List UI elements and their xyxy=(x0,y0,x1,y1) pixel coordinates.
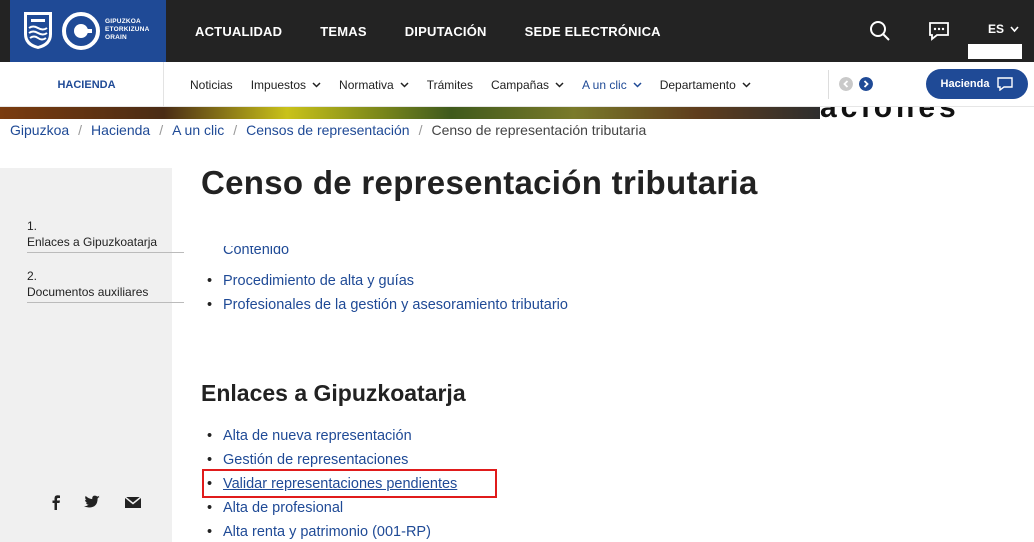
chevron-down-icon xyxy=(1010,26,1019,33)
list-item: Procedimiento de alta y guías xyxy=(207,269,568,293)
breadcrumb-censos[interactable]: Censos de representación xyxy=(246,122,409,138)
chevron-down-icon xyxy=(633,82,642,88)
breadcrumb-separator: / xyxy=(418,122,423,138)
sidebar-item-number: 2. xyxy=(27,269,38,283)
next-arrow-icon[interactable] xyxy=(859,77,873,91)
brand-text: GIPUZKOA ETORKIZUNA ORAIN xyxy=(105,18,150,41)
hero-image xyxy=(0,107,820,119)
breadcrumb: Gipuzkoa / Hacienda / A un clic / Censos… xyxy=(10,122,646,138)
breadcrumb-separator: / xyxy=(233,122,238,138)
link-alta-renta-patrimonio[interactable]: Alta renta y patrimonio (001-RP) xyxy=(223,524,431,540)
language-selector[interactable]: ES xyxy=(988,22,1019,36)
sidebar-item-enlaces[interactable]: 1. Enlaces a Gipuzkoatarja xyxy=(27,218,184,253)
subnav-item-label: A un clic xyxy=(582,77,627,92)
sidebar: 1. Enlaces a Gipuzkoatarja 2. Documentos… xyxy=(0,168,184,542)
subnav-item-trámites[interactable]: Trámites xyxy=(427,78,473,92)
intro-links: Procedimiento de alta y guías Profesiona… xyxy=(207,269,568,317)
main-nav: ACTUALIDAD TEMAS DIPUTACIÓN SEDE ELECTRÓ… xyxy=(195,0,699,62)
list-item: Alta de nueva representación xyxy=(207,424,457,448)
subnav-item-departamento[interactable]: Departamento xyxy=(660,78,751,92)
hacienda-button-label: Hacienda xyxy=(940,78,990,90)
page-title: Censo de representación tributaria xyxy=(201,164,758,201)
mail-icon[interactable] xyxy=(124,494,142,510)
previous-arrow-icon[interactable] xyxy=(839,77,853,91)
chevron-down-icon xyxy=(400,82,409,88)
breadcrumb-hacienda[interactable]: Hacienda xyxy=(91,122,150,138)
subnav-item-campañas[interactable]: Campañas xyxy=(491,78,564,92)
section-nav-items: Noticias Impuestos Normativa Trámites Campañ… xyxy=(190,62,769,107)
subnav-item-label: Departamento xyxy=(659,77,736,92)
breadcrumb-a-un-clic[interactable]: A un clic xyxy=(172,122,224,138)
subnav-item-a-un-clic[interactable]: A un clic xyxy=(582,78,642,92)
list-item: Profesionales de la gestión y asesoramie… xyxy=(207,293,568,317)
nav-actualidad[interactable]: ACTUALIDAD xyxy=(195,24,282,39)
sidebar-item-number: 1. xyxy=(27,219,38,233)
subnav-item-label: Impuestos xyxy=(250,77,307,92)
breadcrumb-separator: / xyxy=(78,122,83,138)
link-alta-profesional[interactable]: Alta de profesional xyxy=(223,500,343,516)
divider xyxy=(828,70,829,99)
highlight-box xyxy=(202,469,497,498)
subnav-item-label: Noticias xyxy=(190,77,233,92)
search-icon[interactable] xyxy=(868,19,892,43)
list-item: Alta de profesional xyxy=(207,496,457,520)
subnav-item-noticias[interactable]: Noticias xyxy=(190,78,233,92)
section-label[interactable]: HACIENDA xyxy=(10,62,164,107)
chat-icon xyxy=(997,77,1014,91)
nav-sede-electronica[interactable]: SEDE ELECTRÓNICA xyxy=(525,24,661,39)
sidebar-item-label: Documentos auxiliares xyxy=(27,285,149,299)
hacienda-button[interactable]: Hacienda xyxy=(926,69,1028,99)
top-bar: GIPUZKOA ETORKIZUNA ORAIN ACTUALIDAD TEM… xyxy=(0,0,1034,62)
breadcrumb-separator: / xyxy=(159,122,164,138)
subnav-item-label: Campañas xyxy=(490,77,549,92)
nav-diputacion[interactable]: DIPUTACIÓN xyxy=(405,24,487,39)
section-nav: HACIENDA Noticias Impuestos Normativa Trámi… xyxy=(0,62,1034,107)
link-alta-representacion[interactable]: Alta de nueva representación xyxy=(223,428,412,444)
facebook-icon[interactable] xyxy=(47,494,65,510)
list-item: Alta renta y patrimonio (001-RP) xyxy=(207,520,457,542)
breadcrumb-current: Censo de representación tributaria xyxy=(431,122,647,138)
link-procedimiento[interactable]: Procedimiento de alta y guías xyxy=(223,273,414,289)
breadcrumb-gipuzkoa[interactable]: Gipuzkoa xyxy=(10,122,69,138)
chat-icon[interactable] xyxy=(927,19,951,43)
nav-temas[interactable]: TEMAS xyxy=(320,24,367,39)
contents-link[interactable]: Contenido xyxy=(223,246,289,258)
link-gestion-representaciones[interactable]: Gestión de representaciones xyxy=(223,452,408,468)
subnav-item-label: Normativa xyxy=(339,77,394,92)
link-profesionales[interactable]: Profesionales de la gestión y asesoramie… xyxy=(223,297,568,313)
subnav-item-normativa[interactable]: Normativa xyxy=(339,78,409,92)
site-logo[interactable]: GIPUZKOA ETORKIZUNA ORAIN xyxy=(10,0,166,62)
hero-text-clip: aciones xyxy=(820,107,1034,119)
language-box xyxy=(968,44,1022,59)
g-logo-icon xyxy=(62,12,100,50)
shield-icon xyxy=(24,12,52,49)
subnav-item-impuestos[interactable]: Impuestos xyxy=(251,78,321,92)
chevron-down-icon xyxy=(312,82,321,88)
twitter-icon[interactable] xyxy=(83,494,101,510)
sidebar-item-documentos[interactable]: 2. Documentos auxiliares xyxy=(27,268,184,303)
sidebar-item-label: Enlaces a Gipuzkoatarja xyxy=(27,235,158,249)
subnav-item-label: Trámites xyxy=(426,77,473,92)
chevron-down-icon xyxy=(555,82,564,88)
section-heading: Enlaces a Gipuzkoatarja xyxy=(201,380,466,406)
chevron-down-icon xyxy=(742,82,751,88)
